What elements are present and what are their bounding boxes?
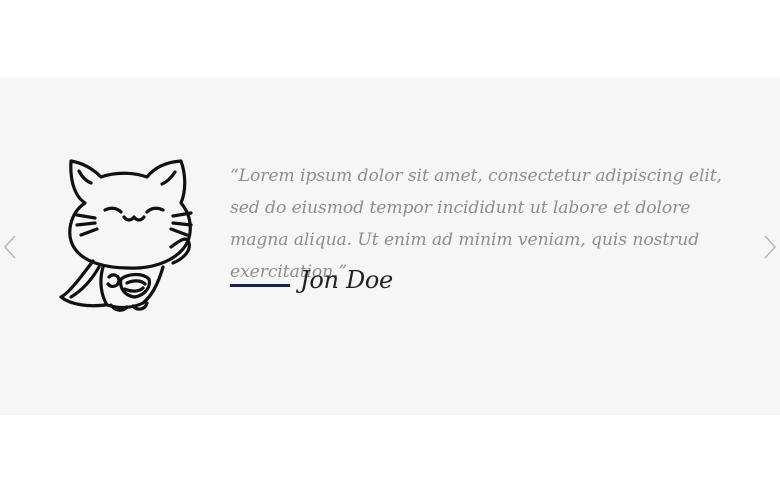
testimonial-author: Jon Doe — [300, 266, 393, 294]
chevron-right-icon — [764, 235, 777, 259]
carousel-next-button[interactable] — [760, 232, 780, 262]
author-divider — [230, 284, 290, 287]
page: “Lorem ipsum dolor sit amet, consectetur… — [0, 0, 780, 500]
carousel-prev-button[interactable] — [0, 232, 20, 262]
chevron-left-icon — [3, 235, 16, 259]
superhero-cat-icon — [55, 155, 197, 313]
